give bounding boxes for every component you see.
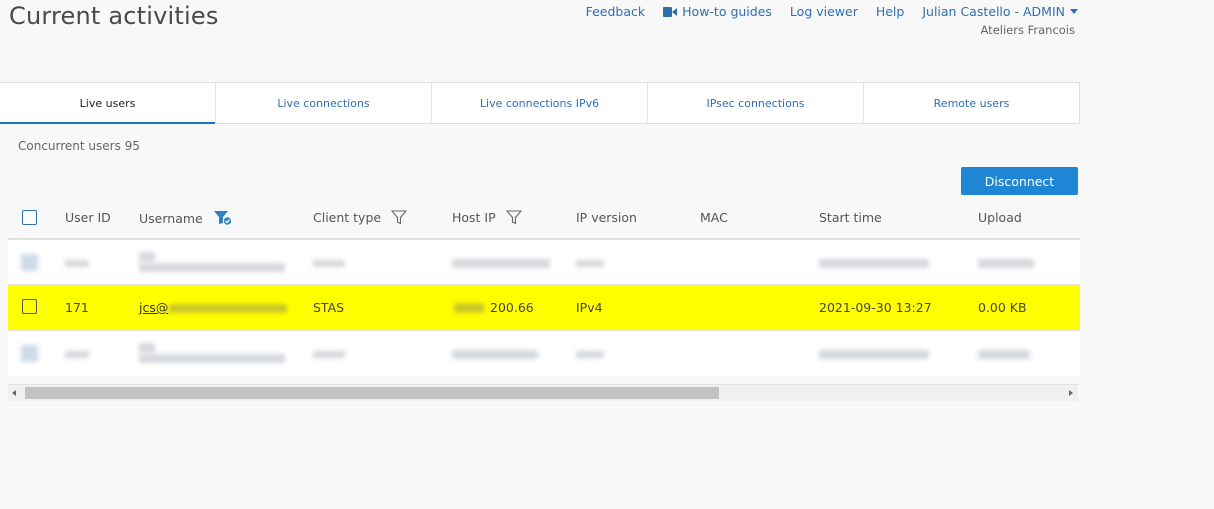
howto-guides-label: How-to guides	[682, 4, 772, 19]
cell-ip-version: IPv4	[576, 300, 603, 315]
table-header: User ID Username Client type Host IP IP …	[8, 200, 1080, 238]
cell-client-type: STAS	[313, 300, 345, 315]
howto-guides-link[interactable]: How-to guides	[663, 4, 772, 19]
redacted-ip-version	[576, 351, 604, 358]
table-row[interactable]	[8, 330, 1080, 376]
column-header-host-ip-label: Host IP	[452, 210, 496, 225]
tab-ipsec-connections[interactable]: IPsec connections	[648, 83, 864, 123]
redacted-username-domain	[169, 304, 287, 313]
cell-host-ip: 200.66	[490, 300, 534, 315]
filter-icon[interactable]	[391, 210, 408, 225]
redacted-start-time	[819, 350, 929, 359]
concurrent-users-count: Concurrent users 95	[18, 139, 140, 153]
organization-name: Ateliers Francois	[980, 23, 1075, 37]
redacted-host-ip	[452, 350, 538, 359]
table-row-highlighted[interactable]: 171 jcs@ STAS 200.66 IPv4 2021-09-30 13:…	[8, 284, 1080, 330]
help-link[interactable]: Help	[876, 4, 905, 19]
filter-icon[interactable]	[505, 210, 522, 225]
tab-live-connections-ipv6[interactable]: Live connections IPv6	[432, 83, 648, 123]
column-header-ip-version[interactable]: IP version	[576, 210, 637, 225]
redacted-upload	[978, 259, 1034, 268]
cell-upload: 0.00 KB	[978, 300, 1027, 315]
redacted-username	[139, 343, 155, 353]
select-all-checkbox[interactable]	[22, 210, 37, 225]
filter-active-icon[interactable]	[213, 210, 233, 226]
redacted-upload	[978, 350, 1030, 359]
tab-bar: Live users Live connections Live connect…	[0, 82, 1080, 124]
row-checkbox[interactable]	[21, 345, 38, 362]
scroll-left-arrow-icon[interactable]	[12, 390, 16, 396]
column-header-user-id[interactable]: User ID	[65, 210, 111, 225]
row-checkbox[interactable]	[21, 254, 38, 271]
column-header-mac[interactable]: MAC	[700, 210, 728, 225]
redacted-username	[139, 354, 285, 363]
live-users-table: User ID Username Client type Host IP IP …	[8, 200, 1080, 376]
horizontal-scrollbar[interactable]	[8, 384, 1078, 401]
redacted-client-type	[313, 351, 345, 358]
redacted-username	[139, 263, 285, 272]
scroll-right-arrow-icon[interactable]	[1069, 390, 1073, 396]
tab-live-connections[interactable]: Live connections	[216, 83, 432, 123]
column-header-username[interactable]: Username	[139, 210, 233, 226]
cell-user-id: 171	[65, 300, 89, 315]
top-navigation: Feedback How-to guides Log viewer Help J…	[586, 4, 1078, 19]
redacted-user-id	[65, 260, 89, 267]
row-checkbox[interactable]	[22, 299, 37, 314]
tab-live-users[interactable]: Live users	[0, 83, 216, 124]
redacted-host-ip-prefix	[454, 303, 484, 313]
cell-username[interactable]: jcs@	[139, 300, 168, 315]
redacted-host-ip	[452, 259, 550, 268]
column-header-upload[interactable]: Upload	[978, 210, 1022, 225]
column-header-start-time[interactable]: Start time	[819, 210, 882, 225]
column-header-client-type-label: Client type	[313, 210, 382, 225]
redacted-username	[139, 252, 155, 262]
tab-remote-users[interactable]: Remote users	[864, 83, 1079, 123]
column-header-host-ip[interactable]: Host IP	[452, 210, 522, 225]
redacted-user-id	[65, 351, 89, 358]
scrollbar-thumb[interactable]	[25, 387, 719, 399]
redacted-client-type	[313, 260, 345, 267]
table-row[interactable]	[8, 238, 1080, 284]
redacted-start-time	[819, 259, 929, 268]
user-menu-label: Julian Castello - ADMIN	[922, 4, 1065, 19]
chevron-down-icon	[1070, 9, 1078, 14]
redacted-ip-version	[576, 260, 604, 267]
disconnect-button[interactable]: Disconnect	[961, 167, 1078, 195]
column-header-client-type[interactable]: Client type	[313, 210, 408, 225]
user-menu[interactable]: Julian Castello - ADMIN	[922, 4, 1078, 19]
log-viewer-link[interactable]: Log viewer	[790, 4, 858, 19]
cell-username-text[interactable]: jcs@	[139, 300, 168, 315]
page-title: Current activities	[9, 2, 219, 30]
column-header-username-label: Username	[139, 211, 203, 226]
video-camera-icon	[663, 7, 678, 17]
cell-start-time: 2021-09-30 13:27	[819, 300, 932, 315]
feedback-link[interactable]: Feedback	[586, 4, 646, 19]
